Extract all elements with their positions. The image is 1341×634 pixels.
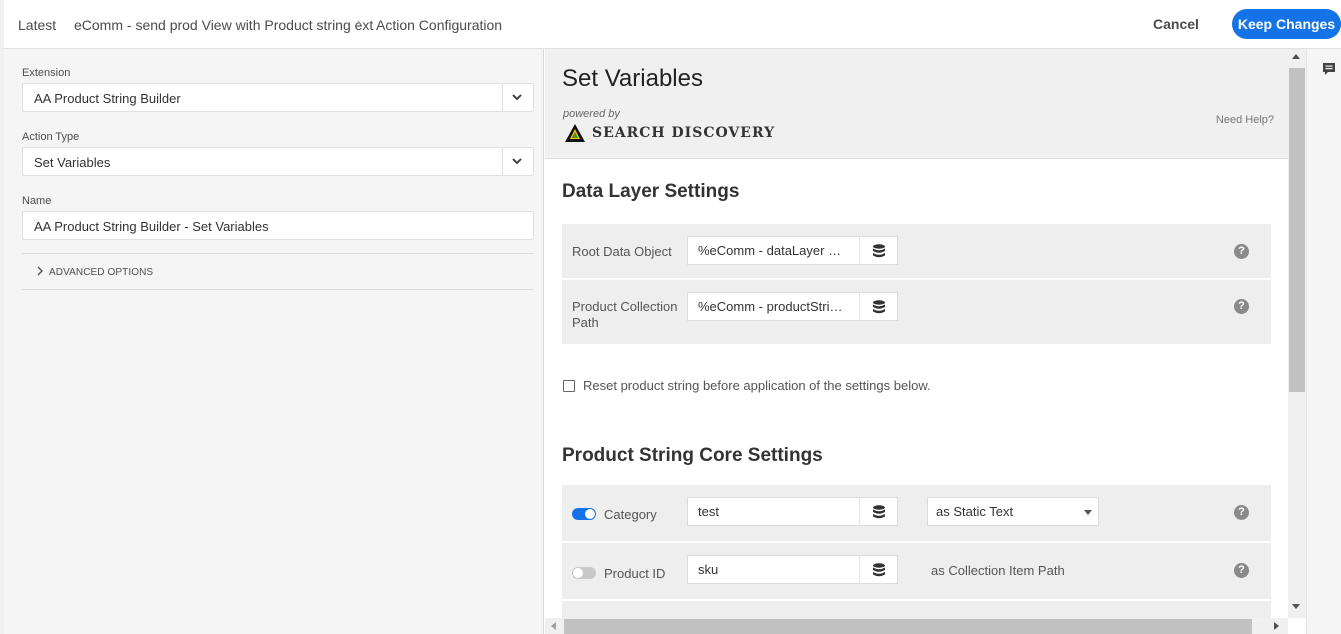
horizontal-scroll-thumb[interactable] (564, 619, 1252, 634)
action-type-label: Action Type (22, 131, 80, 143)
data-layer-heading: Data Layer Settings (562, 181, 740, 202)
database-icon (873, 505, 885, 519)
product-collection-path-value: %eComm - productString Path% (698, 299, 848, 314)
select-divider (502, 148, 503, 175)
brand-name: SEARCH DISCOVERY (592, 125, 776, 141)
help-icon[interactable]: ? (1234, 563, 1249, 578)
product-id-input[interactable]: sku (687, 555, 860, 584)
extension-view: Set Variables powered by SEARCH DISCOVER… (545, 49, 1288, 634)
help-icon[interactable]: ? (1234, 244, 1249, 259)
keep-changes-button[interactable]: Keep Changes (1232, 9, 1341, 39)
divider (22, 289, 534, 290)
need-help-link[interactable]: Need Help? (1216, 114, 1274, 126)
category-input[interactable]: test (687, 497, 860, 526)
search-discovery-logo-icon (565, 124, 585, 142)
chevron-right-icon[interactable] (36, 266, 44, 276)
data-element-picker-button[interactable] (859, 555, 898, 584)
database-icon (873, 244, 885, 258)
select-divider (502, 84, 503, 111)
breadcrumb-separator-icon: › (357, 15, 362, 32)
top-bar: Latest eComm - send prod View with Produ… (0, 0, 1341, 49)
scroll-right-icon[interactable] (1274, 622, 1279, 630)
root-data-object-value: %eComm - dataLayer Object% (698, 243, 848, 258)
chevron-down-icon[interactable] (511, 91, 523, 103)
right-rail (1306, 49, 1341, 634)
product-id-value: sku (698, 562, 719, 577)
core-settings-heading: Product String Core Settings (562, 445, 823, 466)
cancel-button[interactable]: Cancel (1146, 9, 1206, 39)
reset-product-string-checkbox[interactable] (563, 380, 575, 392)
root-data-object-row: Root Data Object %eComm - dataLayer Obje… (562, 224, 1271, 278)
extension-value: AA Product String Builder (34, 91, 181, 106)
root-data-object-label: Root Data Object (572, 244, 672, 259)
reset-product-string-label: Reset product string before application … (583, 378, 931, 393)
page-title: Set Variables (562, 65, 703, 92)
product-collection-path-row: Product Collection Path %eComm - product… (562, 280, 1271, 344)
product-id-row: Product ID sku as Collection Item Path ? (562, 543, 1271, 599)
comment-icon[interactable] (1322, 62, 1336, 76)
root-data-object-input[interactable]: %eComm - dataLayer Object% (687, 236, 860, 265)
product-collection-path-input[interactable]: %eComm - productString Path% (687, 292, 860, 321)
breadcrumb-rule[interactable]: eComm - send prod View with Product stri… (74, 17, 373, 33)
database-icon (873, 300, 885, 314)
category-toggle[interactable] (572, 508, 596, 520)
data-element-picker-button[interactable] (859, 497, 898, 526)
advanced-options-toggle[interactable]: ADVANCED OPTIONS (49, 267, 153, 278)
category-mode-select[interactable]: as Static Text (927, 497, 1099, 526)
category-row: Category test as Static Text ? (562, 485, 1271, 541)
product-collection-path-label: Product Collection Path (572, 299, 678, 330)
extension-select[interactable]: AA Product String Builder (22, 83, 534, 112)
caret-down-icon (1084, 510, 1092, 515)
data-element-picker-button[interactable] (859, 236, 898, 265)
name-value: AA Product String Builder - Set Variable… (34, 219, 269, 234)
data-element-picker-button[interactable] (859, 292, 898, 321)
help-icon[interactable]: ? (1234, 299, 1249, 314)
powered-by-label: powered by (563, 108, 620, 120)
vertical-scroll-thumb[interactable] (1289, 68, 1305, 392)
extension-header: Set Variables powered by SEARCH DISCOVER… (545, 49, 1288, 159)
scroll-left-icon[interactable] (551, 622, 556, 630)
action-type-select[interactable]: Set Variables (22, 147, 534, 176)
action-settings-panel: Extension AA Product String Builder Acti… (0, 49, 544, 634)
category-mode-value: as Static Text (936, 504, 1014, 519)
breadcrumb-latest[interactable]: Latest (18, 17, 56, 33)
divider (22, 253, 534, 254)
product-id-mode: as Collection Item Path (931, 563, 1065, 578)
category-value: test (698, 504, 719, 519)
product-id-label: Product ID (604, 566, 666, 581)
scroll-down-icon[interactable] (1292, 604, 1300, 609)
category-label: Category (604, 507, 657, 522)
scroll-up-icon[interactable] (1292, 54, 1300, 59)
chevron-down-icon[interactable] (511, 155, 523, 167)
database-icon (873, 563, 885, 577)
action-type-value: Set Variables (34, 155, 111, 170)
help-icon[interactable]: ? (1234, 505, 1249, 520)
product-id-toggle[interactable] (572, 567, 596, 579)
name-label: Name (22, 195, 52, 207)
breadcrumb-current: Action Configuration (376, 17, 503, 33)
extension-label: Extension (22, 67, 71, 79)
name-input[interactable]: AA Product String Builder - Set Variable… (22, 211, 534, 240)
